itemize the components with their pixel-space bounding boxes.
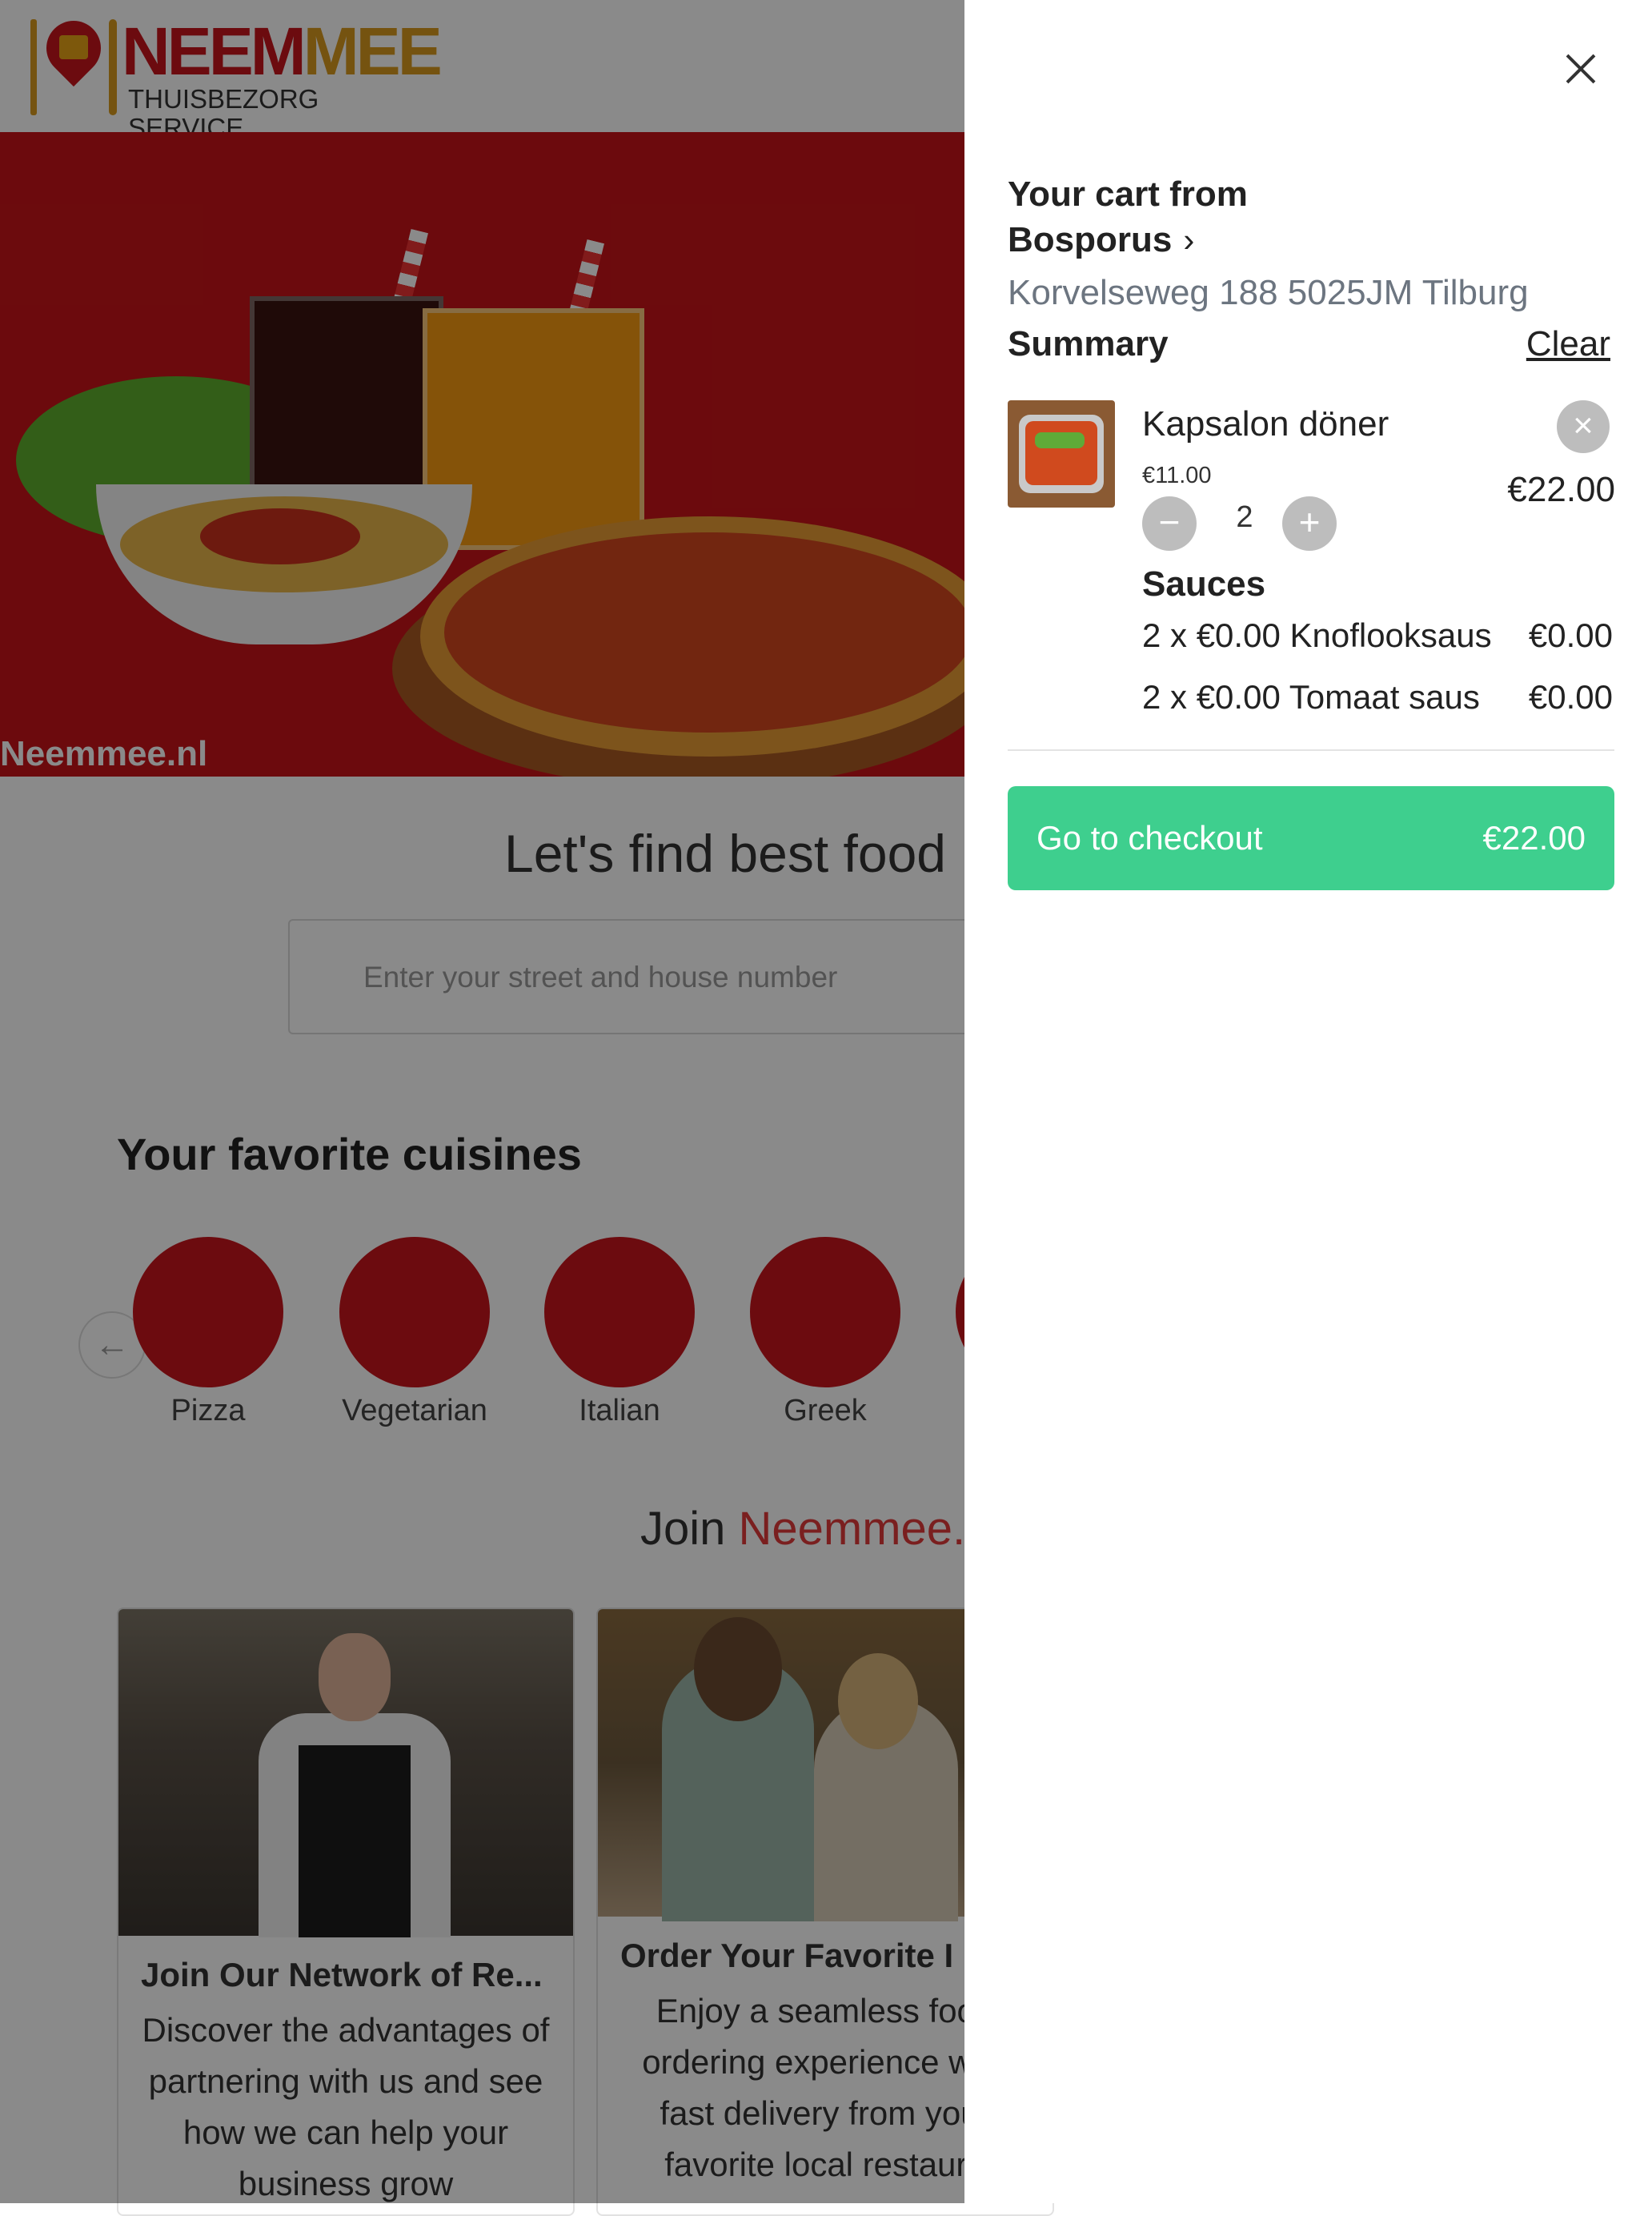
cuisine-label: Italian: [579, 1394, 660, 1427]
logo-wordmark: NEEMMEE: [122, 18, 443, 85]
chef-photo: [118, 1609, 573, 1937]
join-heading: Join Neemmee.: [640, 1503, 965, 1555]
sauce-name: 2 x €0.00 Knoflooksaus: [1142, 616, 1492, 654]
chevron-right-icon: ›: [1183, 221, 1195, 259]
decrease-quantity-icon[interactable]: −: [1142, 496, 1197, 551]
restaurant-address: Korvelseweg 188 5025JM Tilburg: [1008, 273, 1529, 312]
item-quantity: 2: [1236, 500, 1253, 534]
restaurant-name: Bosporus: [1008, 220, 1173, 259]
logo-word-part1: NEEM: [122, 14, 307, 89]
checkout-total: €22.00: [1482, 819, 1586, 857]
cuisine-item-greek[interactable]: Greek: [745, 1237, 905, 1429]
checkout-button[interactable]: Go to checkout €22.00: [1008, 786, 1614, 890]
cuisines-heading: Your favorite cuisines: [117, 1129, 582, 1179]
card-title: Join Our Network of Re...: [141, 1956, 543, 1993]
item-name: Kapsalon döner: [1142, 404, 1389, 444]
search-heading: Let's find best food: [504, 824, 946, 883]
card-text: Discover the advantages of partnering wi…: [142, 2011, 550, 2202]
clear-cart-button[interactable]: Clear: [1526, 322, 1610, 367]
food-shape: [1025, 421, 1097, 485]
hero-banner: Neemmee.nl: [0, 132, 964, 777]
cuisine-image: [133, 1237, 283, 1387]
tomato-sauce-illustration: [200, 508, 360, 564]
sauce-row: 2 x €0.00 Tomaat saus €0.00: [1142, 675, 1613, 720]
cuisine-image: [750, 1237, 900, 1387]
cuisine-item-italian[interactable]: Italian: [539, 1237, 700, 1429]
cuisine-label: Pizza: [170, 1394, 246, 1427]
cuisine-label: Greek: [784, 1394, 867, 1427]
join-heading-brand: Neemmee.: [738, 1503, 966, 1555]
checkout-label: Go to checkout: [1037, 819, 1263, 857]
customer-head: [694, 1617, 782, 1721]
fork-icon: [30, 19, 37, 115]
item-total-price: €22.00: [1507, 470, 1615, 509]
pizza-topping-illustration: [444, 532, 964, 733]
address-search-box: [288, 919, 1008, 1034]
sauces-heading: Sauces: [1142, 564, 1266, 604]
cart-heading: Your cart from: [1008, 175, 1248, 214]
sauce-name: 2 x €0.00 Tomaat saus: [1142, 678, 1480, 716]
sauce-row: 2 x €0.00 Knoflooksaus €0.00: [1142, 613, 1613, 658]
increase-quantity-icon[interactable]: +: [1282, 496, 1337, 551]
partner-card[interactable]: Join Our Network of Re... Discover the a…: [117, 1608, 575, 2216]
cuisine-item-pizza[interactable]: Pizza: [128, 1237, 288, 1429]
salad-shape: [1035, 432, 1085, 448]
divider: [1008, 749, 1614, 751]
hero-watermark: Neemmee.nl: [0, 734, 208, 773]
sauce-price: €0.00: [1528, 616, 1613, 654]
neemmee-logo[interactable]: NEEMMEE THUISBEZORG SERVICE: [30, 9, 443, 143]
remove-item-icon[interactable]: ×: [1557, 400, 1610, 453]
chef-head: [319, 1633, 391, 1721]
cuisine-label: Vegetarian: [342, 1394, 487, 1427]
sauce-price: €0.00: [1528, 678, 1613, 716]
close-icon[interactable]: [1557, 45, 1605, 93]
join-heading-prefix: Join: [640, 1503, 739, 1555]
customer-head: [838, 1653, 918, 1749]
summary-label: Summary: [1008, 324, 1169, 363]
chef-apron: [299, 1745, 411, 1937]
item-thumbnail: [1008, 400, 1115, 508]
cuisine-image: [544, 1237, 695, 1387]
item-unit-price: €11.00: [1142, 463, 1212, 488]
menu-book-icon: [59, 35, 88, 59]
restaurant-link[interactable]: Bosporus ›: [1008, 218, 1194, 263]
spoon-icon: [109, 19, 117, 115]
address-search-input[interactable]: [362, 953, 925, 1002]
cart-drawer: Your cart from Bosporus › Korvelseweg 188…: [964, 0, 1652, 2203]
logo-word-part2: MEE: [303, 14, 443, 89]
site-header: NEEMMEE THUISBEZORG SERVICE: [0, 0, 964, 143]
cuisine-image: [339, 1237, 490, 1387]
cuisine-item-vegetarian[interactable]: Vegetarian: [335, 1237, 495, 1429]
